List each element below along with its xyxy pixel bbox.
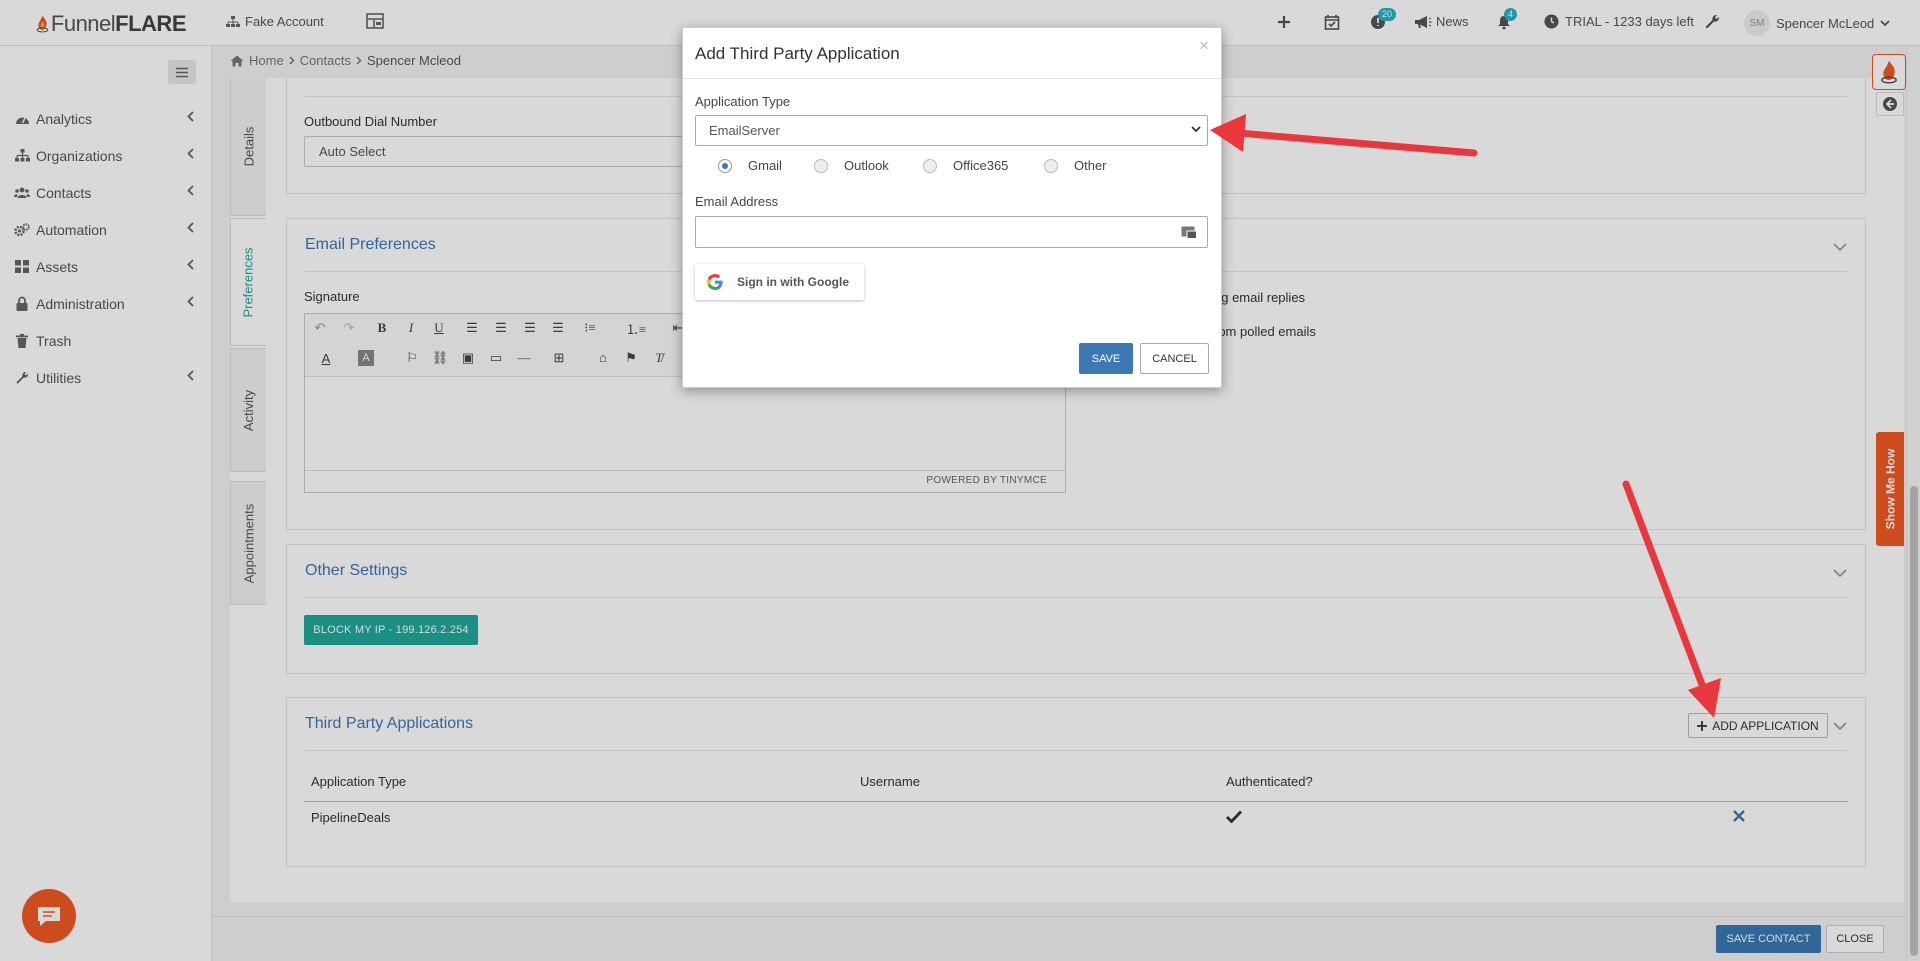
radio-label: Outlook — [844, 158, 889, 173]
application-type-value: EmailServer — [709, 123, 780, 138]
chevron-down-icon — [1191, 126, 1201, 133]
close-icon[interactable]: × — [1199, 36, 1209, 56]
radio-button[interactable] — [923, 158, 937, 173]
application-type-select[interactable]: EmailServer — [695, 115, 1208, 146]
google-button-label: Sign in with Google — [737, 275, 849, 289]
email-address-input[interactable] — [695, 216, 1208, 248]
google-g-icon — [707, 274, 723, 290]
radio-label: Other — [1074, 158, 1107, 173]
radio-button[interactable] — [1044, 158, 1058, 173]
radio-label: Gmail — [748, 158, 782, 173]
radio-button[interactable] — [718, 158, 732, 173]
application-type-label: Application Type — [695, 94, 791, 109]
modal-cancel-button[interactable]: CANCEL — [1140, 343, 1209, 374]
radio-gmail[interactable]: Gmail — [718, 158, 782, 173]
radio-other[interactable]: Other — [1044, 158, 1107, 173]
radio-office365[interactable]: Office365 — [923, 158, 1008, 173]
contact-card-icon[interactable] — [1181, 226, 1197, 239]
radio-label: Office365 — [953, 158, 1009, 173]
divider — [683, 78, 1221, 79]
email-address-label: Email Address — [695, 194, 779, 209]
radio-button[interactable] — [814, 158, 828, 173]
modal-save-button[interactable]: SAVE — [1079, 343, 1133, 374]
add-third-party-modal: Add Third Party Application × Applicatio… — [682, 27, 1222, 388]
radio-outlook[interactable]: Outlook — [814, 158, 889, 173]
modal-title: Add Third Party Application — [695, 44, 900, 63]
sign-in-with-google-button[interactable]: Sign in with Google — [695, 264, 864, 300]
